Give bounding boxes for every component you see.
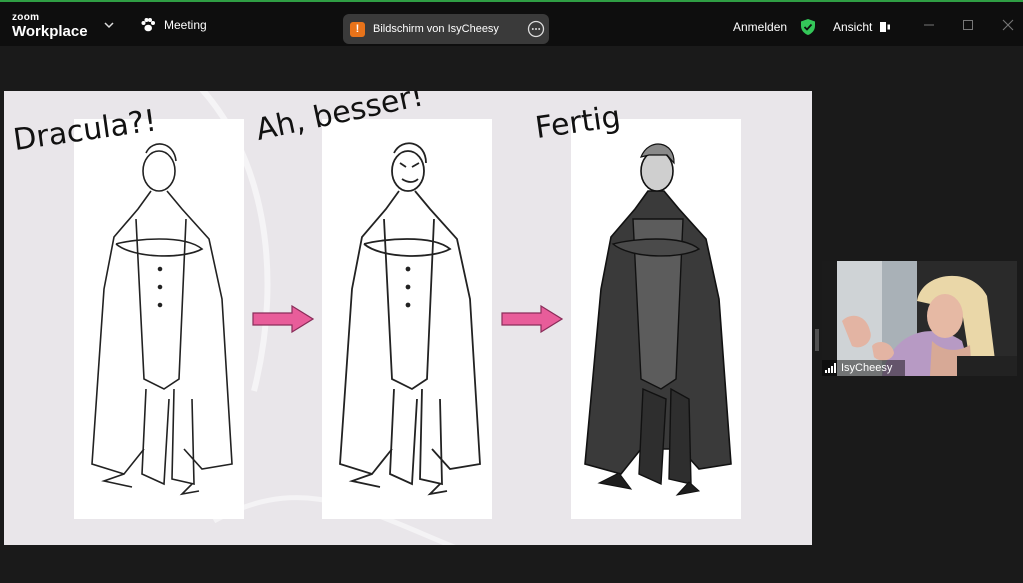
meeting-menu-button[interactable]: Meeting — [140, 16, 207, 34]
view-button[interactable]: Ansicht — [833, 20, 891, 34]
participant-video-feed — [822, 261, 1017, 376]
logo-line-1: zoom — [12, 12, 40, 23]
sketch-panel-1 — [74, 119, 244, 519]
more-options-icon[interactable] — [527, 20, 545, 38]
screen-share-indicator[interactable]: ! Bildschirm von IsyCheesy — [343, 14, 549, 44]
sign-in-button[interactable]: Anmelden — [733, 20, 787, 34]
chevron-down-icon[interactable] — [103, 19, 115, 31]
share-text: Bildschirm von IsyCheesy — [373, 23, 499, 35]
participant-name-tag: IsyCheesy — [822, 360, 905, 376]
zoom-logo: zoom Workplace — [12, 12, 88, 40]
participant-name: IsyCheesy — [841, 362, 893, 374]
close-icon[interactable] — [999, 16, 1017, 34]
dracula-sketch-2 — [339, 142, 481, 496]
meeting-label: Meeting — [164, 18, 207, 32]
signal-strength-icon — [825, 363, 836, 373]
arrow-right-icon — [252, 305, 314, 333]
maximize-icon[interactable] — [959, 16, 977, 34]
shield-check-icon[interactable] — [800, 18, 816, 36]
paw-icon — [141, 18, 155, 32]
title-bar: zoom Workplace Meeting ! Bildschirm von … — [0, 0, 1023, 46]
shared-screen: Dracula?! Ah, besser! Fertig — [4, 91, 812, 545]
minimize-icon[interactable] — [920, 16, 938, 34]
dracula-sketch-1 — [91, 143, 233, 496]
view-layout-icon — [880, 22, 891, 32]
arrow-right-icon — [501, 305, 563, 333]
resize-handle[interactable] — [815, 329, 819, 351]
participant-video-tile[interactable]: IsyCheesy — [822, 261, 1017, 376]
sketch-panel-3 — [571, 119, 741, 519]
share-badge: ! — [350, 21, 365, 37]
dracula-final-rendering — [584, 143, 732, 496]
view-label: Ansicht — [833, 20, 873, 34]
sketch-panel-2 — [322, 119, 492, 519]
logo-line-2: Workplace — [12, 23, 88, 40]
